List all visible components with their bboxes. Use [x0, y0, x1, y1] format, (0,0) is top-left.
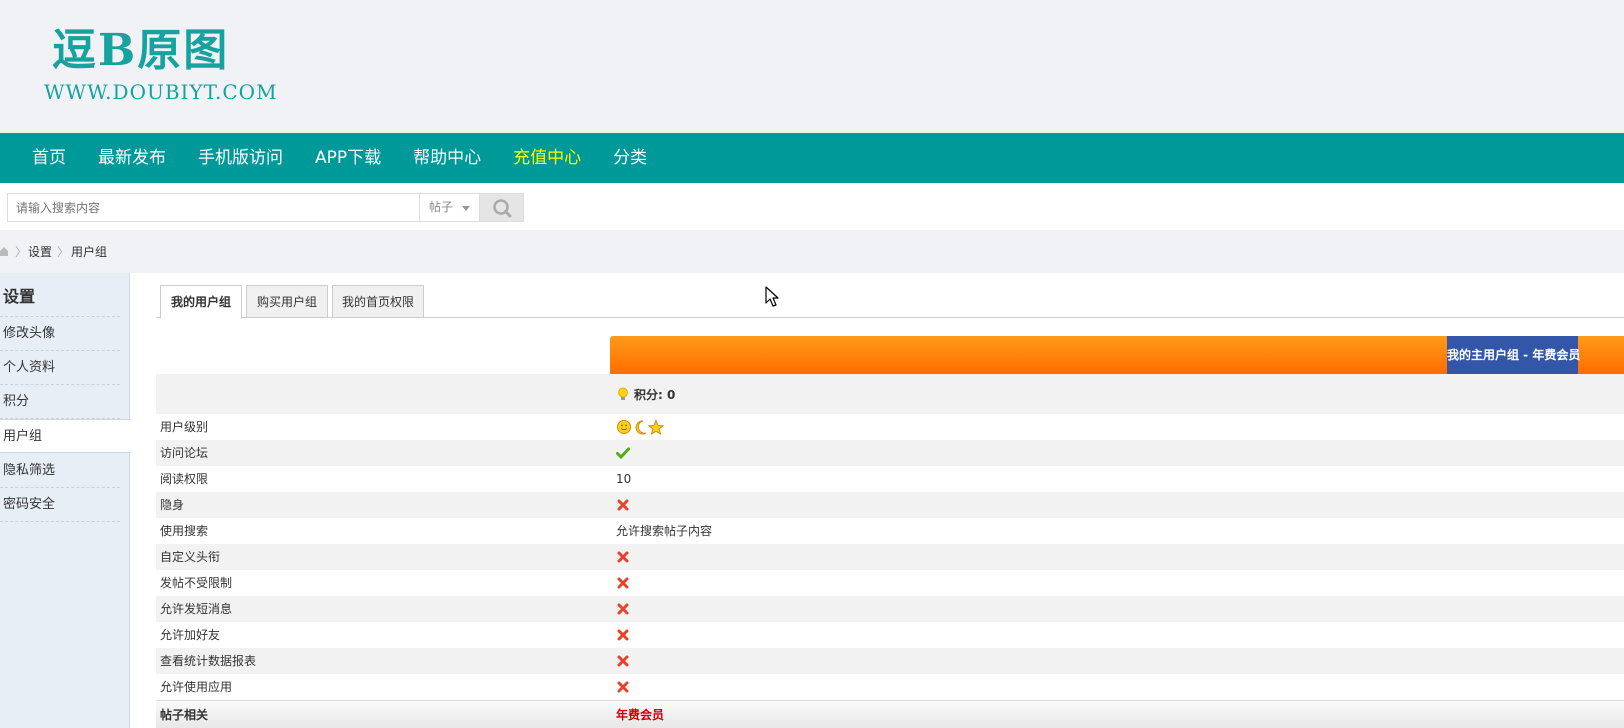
search-input[interactable] [7, 193, 420, 222]
nav-item-category[interactable]: 分类 [597, 133, 663, 183]
breadcrumb-separator: 〉 [57, 245, 70, 259]
perm-label: 隐身 [160, 498, 185, 512]
table-row: 允许加好友 [156, 622, 1624, 648]
perm-label: 允许加好友 [160, 628, 221, 642]
settings-sidebar: 设置 修改头像 个人资料 积分 用户组 隐私筛选 密码安全 [0, 273, 131, 728]
main-usergroup-label: 我的主用户组 - 年费会员 [1447, 336, 1580, 374]
main-nav: 首页 最新发布 手机版访问 APP下载 帮助中心 充值中心 分类 [0, 133, 1624, 183]
nav-item-latest[interactable]: 最新发布 [82, 133, 182, 183]
cross-icon [617, 577, 629, 589]
perm-label: 允许发短消息 [160, 602, 233, 616]
points-value: 积分: 0 [634, 388, 676, 402]
home-icon[interactable] [0, 246, 8, 256]
table-row: 自定义头衔 [156, 544, 1624, 570]
sidebar-item-password[interactable]: 密码安全 [0, 488, 120, 522]
table-row: 阅读权限 10 [156, 466, 1624, 492]
perm-value: 允许搜索帖子内容 [616, 524, 713, 538]
perm-value: 10 [616, 472, 632, 486]
perm-label: 查看统计数据报表 [160, 654, 257, 668]
table-row: 查看统计数据报表 [156, 648, 1624, 674]
cross-icon [617, 551, 629, 563]
nav-item-recharge[interactable]: 充值中心 [497, 133, 597, 183]
perm-label: 访问论坛 [160, 446, 209, 460]
points-row: 积分: 0 [156, 374, 1624, 414]
sidebar-title: 设置 [3, 287, 36, 306]
cross-icon [617, 655, 629, 667]
sidebar-item-avatar[interactable]: 修改头像 [0, 317, 120, 351]
section-value: 年费会员 [616, 708, 665, 722]
chevron-down-icon [462, 206, 470, 211]
perm-label: 用户级别 [160, 420, 209, 434]
breadcrumb-settings[interactable]: 设置 [28, 244, 52, 260]
usergroup-header: 我的主用户组 - 年费会员 [610, 336, 1624, 374]
site-header: 逗B原图 WWW.DOUBIYT.COM [0, 0, 1624, 133]
table-row: 发帖不受限制 [156, 570, 1624, 596]
site-logo-url[interactable]: WWW.DOUBIYT.COM [44, 80, 278, 104]
perm-label: 自定义头衔 [160, 550, 221, 564]
search-bar: 帖子 [0, 183, 1624, 230]
smiley-icon [617, 420, 631, 434]
table-row: 隐身 [156, 492, 1624, 518]
breadcrumb-usergroup: 用户组 [71, 245, 108, 259]
table-row: 允许发短消息 [156, 596, 1624, 622]
check-icon [616, 447, 630, 460]
perm-label: 阅读权限 [160, 472, 209, 486]
nav-item-app-download[interactable]: APP下载 [299, 133, 397, 183]
search-icon [493, 199, 512, 218]
perm-label: 允许使用应用 [160, 680, 233, 694]
moon-icon [635, 420, 647, 435]
site-logo[interactable]: 逗B原图 [52, 26, 229, 76]
table-row: 使用搜索 允许搜索帖子内容 [156, 518, 1624, 544]
lightbulb-icon [618, 387, 628, 400]
star-icon [647, 419, 665, 435]
cross-icon [617, 681, 629, 693]
tab-home-permissions[interactable]: 我的首页权限 [332, 285, 424, 318]
nav-item-mobile[interactable]: 手机版访问 [182, 133, 299, 183]
breadcrumb: 〉 设置 〉 用户组 [0, 230, 1624, 273]
level-icons [617, 419, 665, 435]
table-section-row: 帖子相关 年费会员 [156, 700, 1624, 728]
table-row: 用户级别 [156, 414, 1624, 440]
cross-icon [617, 603, 629, 615]
search-type-label: 帖子 [429, 200, 454, 214]
section-label: 帖子相关 [160, 708, 209, 722]
search-button[interactable] [479, 193, 524, 222]
sidebar-item-privacy[interactable]: 隐私筛选 [0, 454, 120, 488]
table-row: 访问论坛 [156, 440, 1624, 466]
mouse-cursor-icon [765, 286, 779, 307]
cross-icon [617, 499, 629, 511]
sidebar-item-profile[interactable]: 个人资料 [0, 351, 120, 385]
tab-my-usergroup[interactable]: 我的用户组 [160, 285, 242, 319]
sidebar-item-credits[interactable]: 积分 [0, 385, 120, 419]
table-row: 允许使用应用 [156, 674, 1624, 700]
nav-item-help[interactable]: 帮助中心 [397, 133, 497, 183]
breadcrumb-separator: 〉 [15, 245, 28, 259]
perm-label: 使用搜索 [160, 524, 209, 538]
search-type-select[interactable]: 帖子 [419, 193, 480, 222]
nav-item-home[interactable]: 首页 [16, 133, 82, 183]
perm-label: 发帖不受限制 [160, 576, 233, 590]
cross-icon [617, 629, 629, 641]
tab-buy-usergroup[interactable]: 购买用户组 [246, 285, 328, 318]
sidebar-item-usergroup[interactable]: 用户组 [0, 419, 131, 453]
